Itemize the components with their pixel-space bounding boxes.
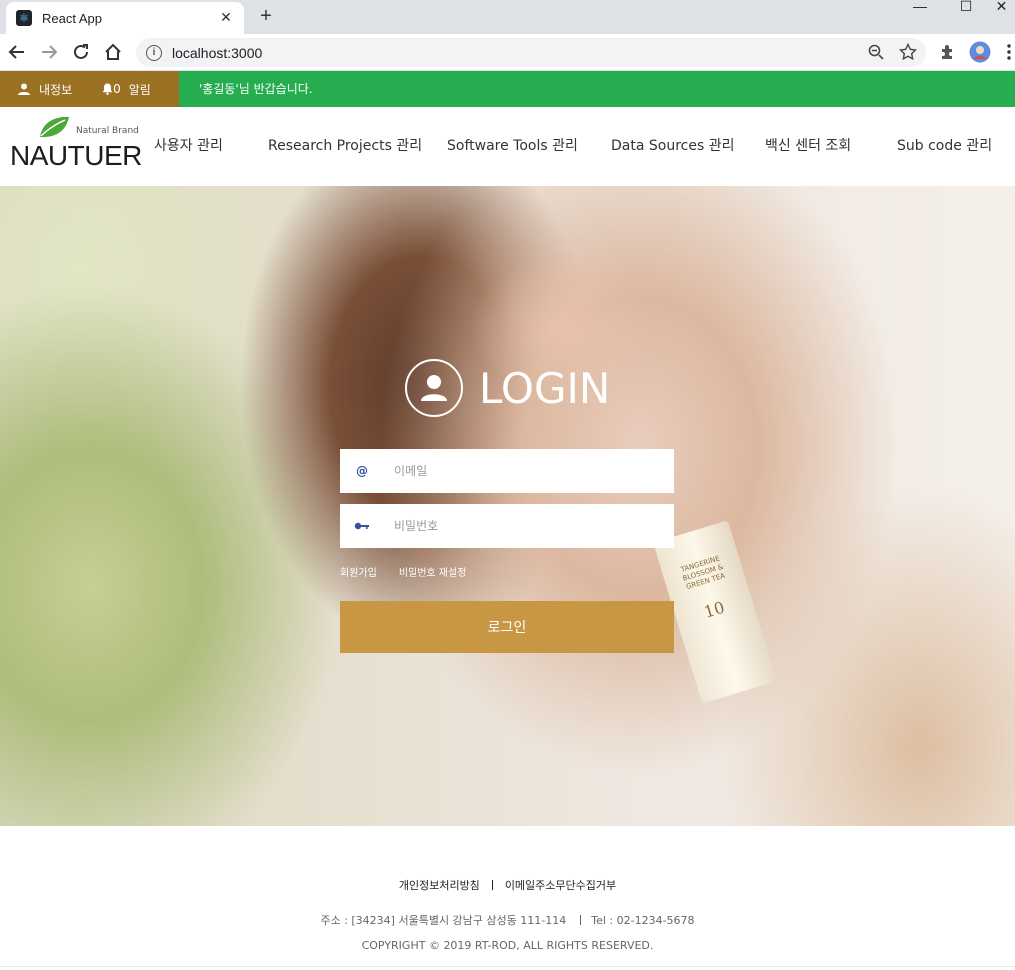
kebab-menu-icon xyxy=(1007,44,1011,60)
alert-count: 0 xyxy=(113,82,121,96)
password-field[interactable] xyxy=(340,504,674,548)
maximize-button[interactable]: ☐ xyxy=(946,0,986,14)
forward-arrow-icon xyxy=(42,45,58,59)
bottle-number: 10 xyxy=(701,597,727,622)
key-icon xyxy=(340,504,384,548)
tab-title: React App xyxy=(42,10,102,26)
tab-close-icon[interactable]: ✕ xyxy=(218,10,234,26)
user-circle-icon xyxy=(405,359,463,417)
nautuer-logo[interactable]: Natural Brand NAUTUER xyxy=(10,115,145,175)
at-sign-icon: @ xyxy=(356,464,368,478)
address-bar[interactable]: i localhost:3000 xyxy=(136,38,926,67)
leaf-logo-icon xyxy=(40,116,69,138)
footer-divider xyxy=(491,880,493,890)
reload-button[interactable] xyxy=(69,40,93,64)
nav-sub-code[interactable]: Sub code 관리 xyxy=(897,107,992,186)
email-refusal-link[interactable]: 이메일주소무단수집거부 xyxy=(505,879,616,892)
reload-icon xyxy=(74,44,88,59)
new-tab-button[interactable]: + xyxy=(256,5,276,28)
alerts-link[interactable]: 0 알림 xyxy=(102,81,151,98)
auth-links: 회원가입 비밀번호 재설정 xyxy=(340,564,466,579)
nav-data-sources[interactable]: Data Sources 관리 xyxy=(611,107,734,186)
welcome-message: '홍길동'님 반갑습니다. xyxy=(199,82,313,96)
top-bar: 내정보 0 알림 '홍길동'님 반갑습니다. xyxy=(0,71,1015,107)
footer-address: 주소 : [34234] 서울특별시 강남구 삼성동 111-114 xyxy=(320,914,567,927)
footer-copyright: COPYRIGHT © 2019 RT-ROD, ALL RIGHTS RESE… xyxy=(361,939,654,952)
site-info-icon[interactable]: i xyxy=(146,44,162,61)
back-button[interactable] xyxy=(5,40,29,64)
home-icon xyxy=(105,43,121,60)
nav-vaccine-center[interactable]: 백신 센터 조회 xyxy=(765,107,851,186)
bottle-label: TANGERINE BLOSSOM & GREEN TEA xyxy=(679,554,726,592)
footer-bottom-border xyxy=(0,966,1015,967)
login-title: LOGIN xyxy=(479,363,611,413)
forward-button[interactable] xyxy=(37,40,61,64)
top-bar-user-section: 내정보 0 알림 xyxy=(0,71,179,107)
react-favicon-icon: ⚛ xyxy=(16,10,32,26)
login-heading: LOGIN xyxy=(405,358,610,418)
browser-tab[interactable]: ⚛ React App ✕ xyxy=(6,2,244,34)
nav-software-tools[interactable]: Software Tools 관리 xyxy=(447,107,578,186)
reset-password-link[interactable]: 비밀번호 재설정 xyxy=(399,564,467,579)
bookmark-star-icon[interactable] xyxy=(898,42,918,62)
home-button[interactable] xyxy=(101,40,125,64)
logo-tagline: Natural Brand xyxy=(76,126,139,136)
url-text[interactable]: localhost:3000 xyxy=(172,45,262,61)
alert-label: 알림 xyxy=(128,82,151,97)
browser-menu-button[interactable] xyxy=(1003,40,1015,64)
browser-toolbar: i localhost:3000 xyxy=(0,34,1015,71)
password-input[interactable] xyxy=(384,504,674,548)
nav-research-projects[interactable]: Research Projects 관리 xyxy=(268,107,422,186)
signup-link[interactable]: 회원가입 xyxy=(340,564,377,579)
browser-tab-strip: ⚛ React App ✕ + — ☐ ✕ xyxy=(0,0,1015,34)
extensions-button[interactable] xyxy=(936,40,960,64)
logo-wordmark: NAUTUER xyxy=(10,140,142,171)
privacy-policy-link[interactable]: 개인정보처리방침 xyxy=(399,879,480,892)
zoom-icon[interactable] xyxy=(866,42,886,62)
footer-tel: Tel : 02-1234-5678 xyxy=(591,914,695,927)
site-header: Natural Brand NAUTUER 사용자 관리 Research Pr… xyxy=(0,107,1015,186)
user-icon xyxy=(18,83,30,95)
my-info-link[interactable]: 내정보 xyxy=(18,81,72,98)
avatar-icon xyxy=(969,41,991,63)
login-button[interactable]: 로그인 xyxy=(340,601,674,653)
profile-button[interactable] xyxy=(968,40,992,64)
email-field[interactable]: @ xyxy=(340,449,674,493)
bell-icon xyxy=(102,83,113,95)
nav-user-management[interactable]: 사용자 관리 xyxy=(154,107,223,186)
footer-links: 개인정보처리방침 이메일주소무단수집거부 xyxy=(0,877,1015,893)
minimize-button[interactable]: — xyxy=(900,0,940,14)
hero-banner: TANGERINE BLOSSOM & GREEN TEA 10 LOGIN @… xyxy=(0,186,1015,826)
email-input[interactable] xyxy=(384,449,674,493)
close-window-button[interactable]: ✕ xyxy=(988,0,1015,14)
footer-divider xyxy=(580,915,582,925)
back-arrow-icon xyxy=(8,45,24,59)
puzzle-icon xyxy=(942,45,952,59)
footer-address-line: 주소 : [34234] 서울특별시 강남구 삼성동 111-114 Tel : … xyxy=(0,912,1015,928)
my-info-label: 내정보 xyxy=(39,82,73,97)
